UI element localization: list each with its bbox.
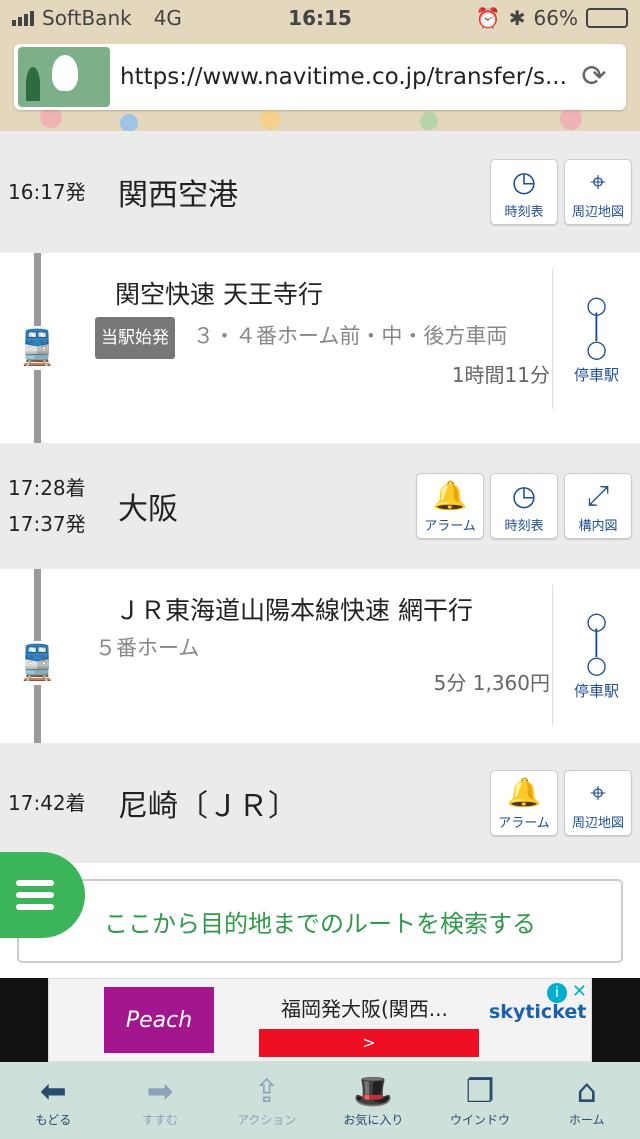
route-segment: 🚆 ＪＲ東海道山陽本線快速 網干行 ５番ホーム 5分 1,360円 ○ │ ○ 停車… (0, 569, 640, 743)
route-stops-icon: ○ │ ○ (586, 290, 607, 363)
ad-title[interactable]: 福岡発大阪(関西... (281, 993, 448, 1022)
timetable-button[interactable]: ◷ 時刻表 (490, 159, 558, 225)
map-pin-icon: ⌖ (590, 164, 606, 198)
home-button[interactable]: ⌂ ホーム (533, 1062, 640, 1139)
back-button[interactable]: ⬅ もどる (0, 1062, 107, 1139)
ad-close-icon[interactable]: ✕ (572, 981, 587, 1002)
station-row-kansai-airport: 16:17発 関西空港 ◷ 時刻表 ⌖ 周辺地図 (0, 131, 640, 253)
url-text[interactable]: https://www.navitime.co.jp/transfer/s... (120, 64, 574, 90)
browser-header: https://www.navitime.co.jp/transfer/s...… (0, 36, 640, 131)
stops-button[interactable]: ○ │ ○ 停車駅 (552, 585, 640, 725)
ad-cta-button[interactable]: > (259, 1029, 479, 1057)
clock: 16:15 (288, 6, 352, 30)
alarm-button[interactable]: 🔔 アラーム (416, 473, 484, 539)
windows-button[interactable]: ❐ ウインドウ (427, 1062, 534, 1139)
arrival-time: 17:42着 (8, 791, 86, 815)
area-map-label: 周辺地図 (571, 204, 624, 220)
status-bar: SoftBank 4G 16:15 ⏰ ✱ 66% (0, 0, 640, 36)
arrival-time: 17:28着 (8, 476, 86, 500)
area-map-label: 周辺地図 (571, 815, 624, 831)
windows-label: ウインドウ (450, 1113, 511, 1127)
train-line-name: 関空快速 天王寺行 (115, 280, 323, 309)
stops-button[interactable]: ○ │ ○ 停車駅 (552, 269, 640, 409)
station-row-osaka: 17:28着 17:37発 大阪 🔔 アラーム ◷ 時刻表 ⤢ 構内図 (0, 443, 640, 569)
segment-duration: 1時間11分 (451, 363, 550, 387)
home-label: ホーム (568, 1113, 605, 1127)
clock-icon: ◷ (511, 478, 537, 512)
timetable-button[interactable]: ◷ 時刻表 (490, 473, 558, 539)
action-button[interactable]: ⇪ アクション (213, 1062, 320, 1139)
bottom-toolbar: ⬅ もどる ➡ すすむ ⇪ アクション 🎩 お気に入り ❐ ウインドウ ⌂ ホー… (0, 1062, 640, 1139)
departure-time: 17:37発 (8, 512, 86, 536)
timetable-label: 時刻表 (504, 204, 544, 220)
hat-icon: 🎩 (353, 1072, 394, 1110)
windows-icon: ❐ (465, 1072, 495, 1110)
stops-label: 停車駅 (573, 365, 619, 384)
skyticket-logo: skyticket (489, 1001, 587, 1023)
platform-info: ５番ホーム (95, 636, 200, 660)
bell-icon: 🔔 (432, 478, 468, 512)
platform-info: ３・４番ホーム前・中・後方車両 (193, 324, 508, 348)
stops-label: 停車駅 (573, 681, 619, 700)
station-map-button[interactable]: ⤢ 構内図 (564, 473, 632, 539)
area-map-button[interactable]: ⌖ 周辺地図 (564, 159, 632, 225)
back-label: もどる (35, 1113, 72, 1127)
favorites-button[interactable]: 🎩 お気に入り (320, 1062, 427, 1139)
alarm-button[interactable]: 🔔 アラーム (490, 770, 558, 836)
route-stops-icon: ○ │ ○ (586, 606, 607, 679)
moomin-avatar (18, 47, 110, 107)
station-times: 17:28着 17:37発 (0, 470, 100, 542)
train-line-name: ＪＲ東海道山陽本線快速 網干行 (115, 596, 473, 625)
address-bar[interactable]: https://www.navitime.co.jp/transfer/s...… (14, 44, 626, 110)
bell-icon: 🔔 (506, 775, 542, 809)
menu-button[interactable] (0, 852, 85, 938)
clock-icon: ◷ (511, 164, 537, 198)
timetable-label: 時刻表 (504, 518, 544, 534)
map-pin-icon: ⌖ (590, 775, 606, 809)
station-name: 関西空港 (118, 178, 238, 213)
segment-duration-fare: 5分 1,360円 (433, 671, 550, 695)
train-icon: 🚆 (16, 641, 59, 685)
favorites-label: お気に入り (343, 1113, 404, 1127)
alarm-label: アラーム (498, 815, 550, 831)
action-label: アクション (236, 1113, 297, 1127)
station-name: 大阪 (118, 492, 178, 527)
station-row-amagasaki: 17:42着 尼崎〔ＪＲ〕 🔔 アラーム ⌖ 周辺地図 (0, 743, 640, 863)
forward-arrow-icon: ➡ (146, 1072, 174, 1110)
hamburger-icon (16, 880, 54, 886)
origin-badge: 当駅始発 (95, 317, 175, 359)
station-times: 17:42着 (0, 785, 100, 821)
peach-logo[interactable]: Peach (104, 987, 214, 1053)
back-arrow-icon: ⬅ (39, 1072, 67, 1110)
reload-icon[interactable]: ⟳ (574, 57, 614, 97)
battery-icon (586, 8, 628, 28)
forward-button[interactable]: ➡ すすむ (107, 1062, 214, 1139)
alarm-label: アラーム (424, 518, 476, 534)
forward-label: すすむ (142, 1113, 179, 1127)
area-map-button[interactable]: ⌖ 周辺地図 (564, 770, 632, 836)
ad-info-icon[interactable]: i (547, 983, 567, 1003)
escalator-icon: ⤢ (586, 478, 610, 512)
train-icon: 🚆 (16, 326, 59, 370)
station-map-label: 構内図 (578, 518, 618, 534)
search-route-button[interactable]: ここから目的地までのルートを検索する (17, 879, 623, 963)
departure-time: 16:17発 (8, 180, 86, 204)
ad-banner[interactable]: Peach 福岡発大阪(関西... > skyticket i ✕ (0, 978, 640, 1062)
home-icon: ⌂ (576, 1072, 597, 1110)
station-times: 16:17発 (0, 174, 100, 210)
route-segment: 🚆 関空快速 天王寺行 当駅始発 ３・４番ホーム前・中・後方車両 1時間11分 ○… (0, 253, 640, 443)
station-name: 尼崎〔ＪＲ〕 (118, 789, 298, 824)
share-icon: ⇪ (253, 1072, 281, 1110)
